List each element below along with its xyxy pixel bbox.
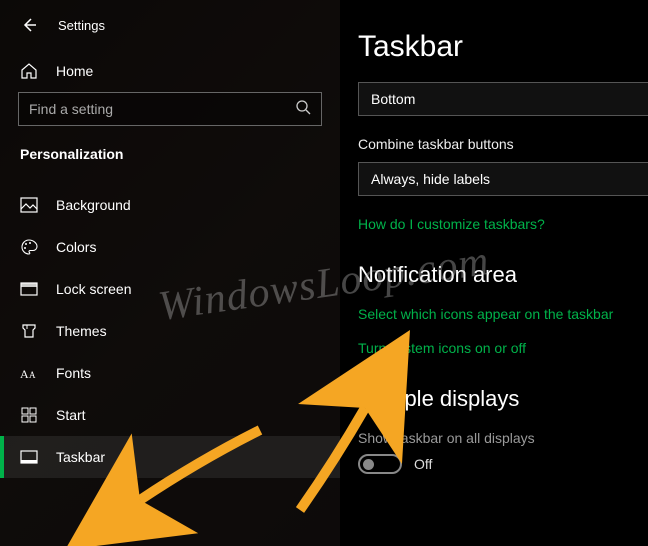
sidebar-item-label: Colors <box>56 239 96 255</box>
sidebar-item-taskbar[interactable]: Taskbar <box>0 436 340 478</box>
sidebar-item-colors[interactable]: Colors <box>0 226 340 268</box>
show-taskbar-all-toggle[interactable] <box>358 454 402 474</box>
toggle-state-label: Off <box>414 456 432 472</box>
sidebar-home-label: Home <box>56 63 93 79</box>
settings-window: Settings Home Personalization Background <box>0 0 648 546</box>
dropdown-value: Bottom <box>371 91 415 107</box>
sidebar-item-themes[interactable]: Themes <box>0 310 340 352</box>
home-icon <box>20 62 38 80</box>
link-system-icons[interactable]: Turn system icons on or off <box>358 340 648 356</box>
search-input[interactable] <box>29 101 295 117</box>
link-select-icons[interactable]: Select which icons appear on the taskbar <box>358 306 648 322</box>
fonts-icon: AA <box>20 364 38 382</box>
show-taskbar-all-toggle-row: Off <box>358 454 648 474</box>
sidebar-home[interactable]: Home <box>0 54 340 88</box>
start-icon <box>20 406 38 424</box>
sidebar-nav: Background Colors Lock screen Themes <box>0 184 340 478</box>
taskbar-location-dropdown[interactable]: Bottom <box>358 82 648 116</box>
link-customize-taskbars[interactable]: How do I customize taskbars? <box>358 216 648 232</box>
sidebar-item-label: Lock screen <box>56 281 131 297</box>
sidebar-item-label: Fonts <box>56 365 91 381</box>
picture-icon <box>20 196 38 214</box>
sidebar-item-label: Background <box>56 197 131 213</box>
lockscreen-icon <box>20 280 38 298</box>
taskbar-icon <box>20 448 38 466</box>
svg-text:A: A <box>20 367 29 381</box>
sidebar-item-label: Themes <box>56 323 107 339</box>
multiple-displays-heading: Multiple displays <box>358 386 648 412</box>
back-arrow-icon[interactable] <box>20 16 38 34</box>
sidebar-item-background[interactable]: Background <box>0 184 340 226</box>
main-panel: Taskbar Bottom Combine taskbar buttons A… <box>340 0 648 546</box>
sidebar-item-label: Start <box>56 407 86 423</box>
category-header: Personalization <box>0 142 340 174</box>
sidebar-item-start[interactable]: Start <box>0 394 340 436</box>
combine-dropdown[interactable]: Always, hide labels <box>358 162 648 196</box>
sidebar-item-lockscreen[interactable]: Lock screen <box>0 268 340 310</box>
search-box[interactable] <box>18 92 322 126</box>
search-icon <box>295 99 311 120</box>
sidebar-item-label: Taskbar <box>56 449 105 465</box>
dropdown-value: Always, hide labels <box>371 171 490 187</box>
combine-label: Combine taskbar buttons <box>358 136 648 152</box>
sidebar-item-fonts[interactable]: AA Fonts <box>0 352 340 394</box>
themes-icon <box>20 322 38 340</box>
svg-text:A: A <box>29 370 36 380</box>
notification-area-heading: Notification area <box>358 262 648 288</box>
page-title: Taskbar <box>358 30 648 64</box>
sidebar: Settings Home Personalization Background <box>0 0 340 546</box>
window-title: Settings <box>58 18 105 33</box>
show-taskbar-all-label: Show taskbar on all displays <box>358 430 648 446</box>
palette-icon <box>20 238 38 256</box>
